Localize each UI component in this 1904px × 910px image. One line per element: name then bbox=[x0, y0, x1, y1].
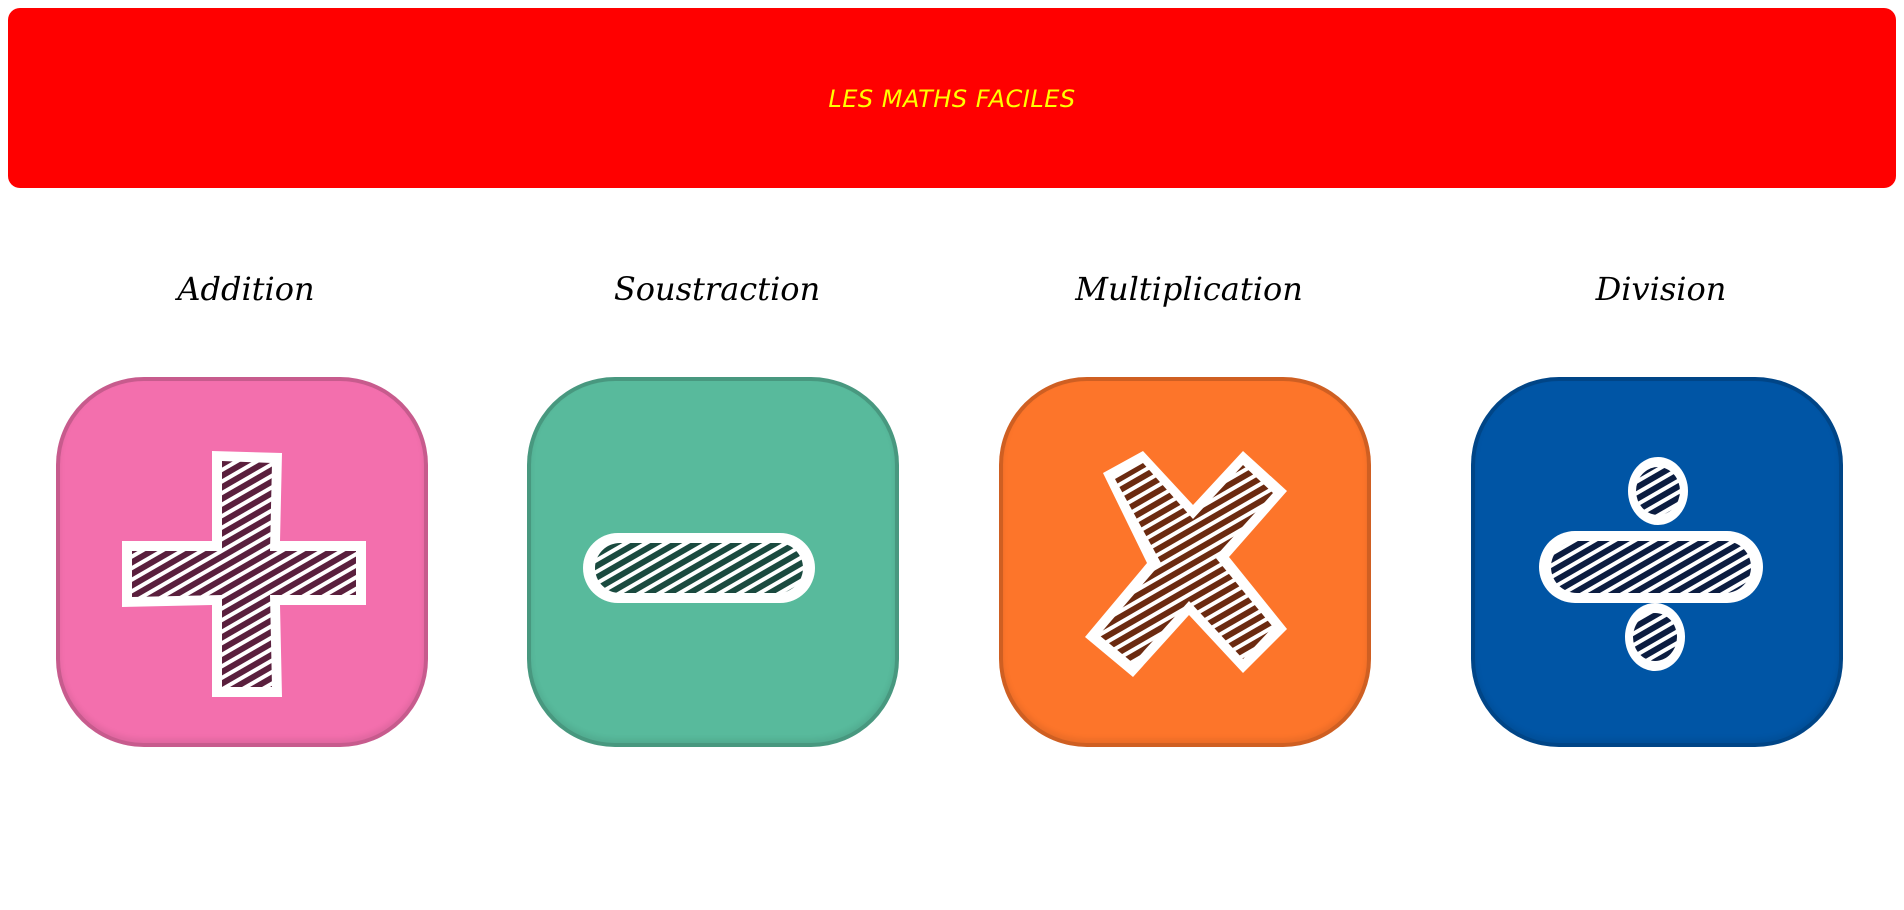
addition-tile[interactable] bbox=[56, 377, 428, 747]
operation-addition: Addition bbox=[56, 270, 436, 770]
minus-icon bbox=[583, 533, 815, 603]
header-banner: LES MATHS FACILES bbox=[8, 8, 1896, 188]
times-icon bbox=[1085, 451, 1287, 677]
operation-division: Division bbox=[1471, 270, 1851, 770]
division-tile[interactable] bbox=[1471, 377, 1843, 747]
soustraction-tile[interactable] bbox=[527, 377, 899, 747]
plus-icon bbox=[122, 451, 366, 697]
operation-soustraction: Soustraction bbox=[527, 270, 907, 770]
site-title: LES MATHS FACILES bbox=[828, 85, 1076, 113]
operation-multiplication: Multiplication bbox=[999, 270, 1379, 770]
multiplication-tile[interactable] bbox=[999, 377, 1371, 747]
divide-icon bbox=[1539, 457, 1763, 671]
addition-link[interactable]: Addition bbox=[56, 270, 436, 308]
division-link[interactable]: Division bbox=[1471, 270, 1851, 308]
soustraction-link[interactable]: Soustraction bbox=[527, 270, 907, 308]
multiplication-link[interactable]: Multiplication bbox=[999, 270, 1379, 308]
